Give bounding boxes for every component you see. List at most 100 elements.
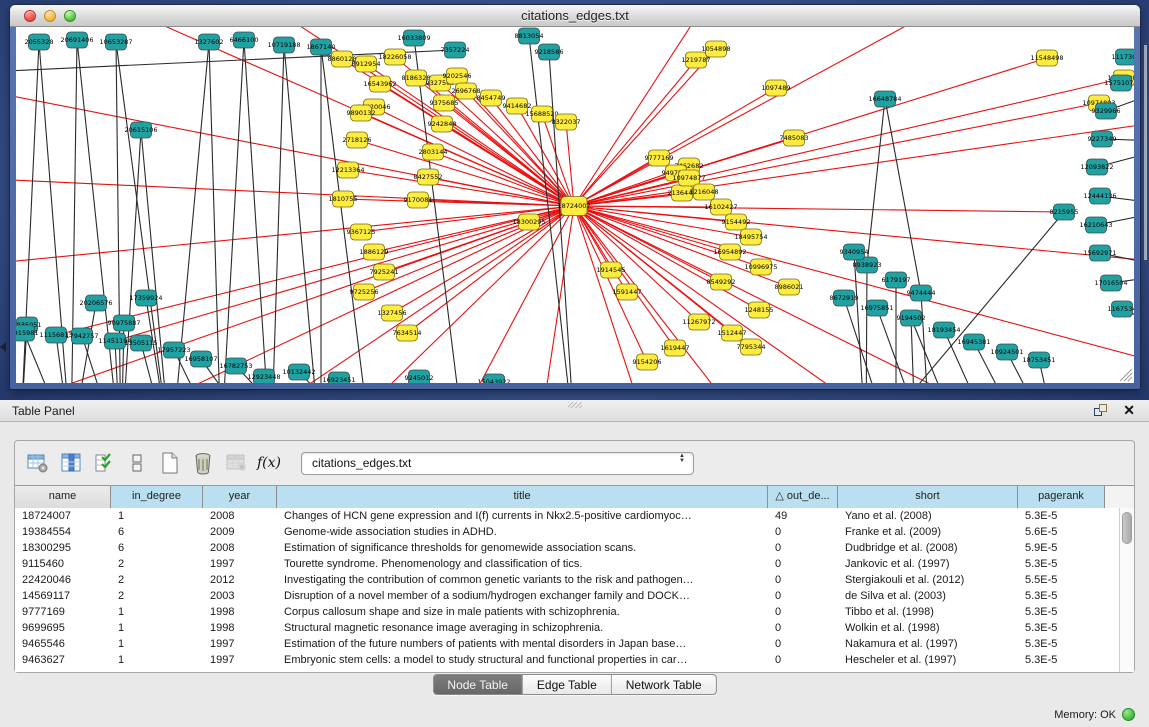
graph-node[interactable]: 12444136 bbox=[1083, 188, 1116, 204]
graph-node[interactable]: 1867140 bbox=[307, 39, 336, 55]
table-cell[interactable]: Genome-wide association studies in ADHD. bbox=[277, 524, 768, 540]
table-row[interactable]: 911546021997Tourette syndrome. Phenomeno… bbox=[15, 556, 1119, 572]
graph-node[interactable]: 2718126 bbox=[343, 132, 372, 148]
column-header-year[interactable]: year bbox=[203, 486, 277, 508]
graph-node[interactable]: 8427552 bbox=[414, 169, 443, 185]
float-panel-icon[interactable] bbox=[1094, 404, 1109, 418]
graph-edge[interactable] bbox=[56, 206, 574, 335]
graph-node[interactable]: 9329966 bbox=[1092, 103, 1121, 119]
table-cell[interactable]: Structural magnetic resonance image aver… bbox=[277, 620, 768, 636]
table-row[interactable]: 969969511998Structural magnetic resonanc… bbox=[15, 620, 1119, 636]
table-cell[interactable]: 5.6E-5 bbox=[1018, 524, 1105, 540]
new-column-button[interactable] bbox=[155, 448, 185, 478]
table-cell[interactable]: 5.9E-5 bbox=[1018, 540, 1105, 556]
graph-edge[interactable] bbox=[339, 380, 466, 383]
graph-node[interactable]: 17016504 bbox=[1094, 275, 1127, 291]
table-cell[interactable]: Tourette syndrome. Phenomenology and cla… bbox=[277, 556, 768, 572]
graph-edge[interactable] bbox=[885, 99, 921, 293]
table-cell[interactable]: Dudbridge et al. (2008) bbox=[838, 540, 1018, 556]
graph-node[interactable]: 11548498 bbox=[1030, 50, 1063, 66]
column-header-title[interactable]: title bbox=[277, 486, 768, 508]
table-cell[interactable]: 9699695 bbox=[15, 620, 111, 636]
network-graph[interactable]: 1872400788601288912954182260581654396281… bbox=[16, 27, 1134, 383]
table-cell[interactable]: Stergiakouli et al. (2012) bbox=[838, 572, 1018, 588]
table-cell[interactable]: 1 bbox=[111, 636, 203, 652]
table-cell[interactable]: 5.3E-5 bbox=[1018, 588, 1105, 604]
graph-edge[interactable] bbox=[216, 206, 574, 383]
graph-node[interactable]: 1810755 bbox=[329, 191, 358, 207]
table-cell[interactable]: 1 bbox=[111, 652, 203, 668]
table-cell[interactable]: 2003 bbox=[203, 588, 277, 604]
table-row[interactable]: 946362711997Embryonic stem cells: a mode… bbox=[15, 652, 1119, 668]
graph-node[interactable]: 9218586 bbox=[535, 44, 564, 60]
graph-node[interactable]: 1327602 bbox=[195, 34, 224, 50]
graph-node[interactable]: 9375685 bbox=[430, 95, 459, 111]
graph-node[interactable]: 11156813 bbox=[39, 327, 72, 343]
table-cell[interactable]: 2009 bbox=[203, 524, 277, 540]
column-header-pagerank[interactable]: pagerank bbox=[1018, 486, 1105, 508]
column-header-name[interactable]: name bbox=[15, 486, 111, 508]
graph-node[interactable]: 1619447 bbox=[661, 340, 690, 356]
table-cell[interactable]: 1 bbox=[111, 508, 203, 524]
graph-node[interactable]: 18495754 bbox=[734, 229, 767, 245]
graph-node[interactable]: 2696768 bbox=[452, 83, 481, 99]
window-resize-grip[interactable] bbox=[1117, 366, 1133, 382]
table-cell[interactable]: 2 bbox=[111, 572, 203, 588]
sidebar-collapse-arrow-icon[interactable] bbox=[0, 342, 6, 352]
table-cell[interactable]: 5.3E-5 bbox=[1018, 652, 1105, 668]
tab-edge-table[interactable]: Edge Table bbox=[523, 675, 612, 694]
table-cell[interactable]: 0 bbox=[768, 588, 838, 604]
table-cell[interactable]: Investigating the contribution of common… bbox=[277, 572, 768, 588]
table-cell[interactable]: 49 bbox=[768, 508, 838, 524]
tab-node-table[interactable]: Node Table bbox=[433, 675, 523, 694]
graph-node[interactable]: 20615106 bbox=[124, 122, 157, 138]
graph-node[interactable]: 15751074 bbox=[1104, 75, 1134, 91]
graph-edge[interactable] bbox=[284, 45, 321, 383]
graph-node[interactable]: 1327456 bbox=[378, 305, 407, 321]
table-cell[interactable]: 1 bbox=[111, 604, 203, 620]
graph-node[interactable]: 18724007 bbox=[557, 197, 590, 216]
table-cell[interactable]: 0 bbox=[768, 636, 838, 652]
graph-node[interactable]: 9414682 bbox=[503, 98, 532, 114]
table-cell[interactable]: 18300295 bbox=[15, 540, 111, 556]
memory-ok-indicator[interactable] bbox=[1122, 708, 1135, 721]
graph-node[interactable]: 9474444 bbox=[907, 285, 936, 301]
graph-edge[interactable] bbox=[574, 206, 1134, 367]
graph-node[interactable]: 2136448 bbox=[668, 185, 697, 201]
table-cell[interactable]: 9463627 bbox=[15, 652, 111, 668]
graph-node[interactable]: 8454749 bbox=[477, 90, 506, 106]
table-cell[interactable]: Yano et al. (2008) bbox=[838, 508, 1018, 524]
graph-edge[interactable] bbox=[574, 60, 696, 206]
graph-node[interactable]: 1216048 bbox=[690, 184, 719, 200]
table-cell[interactable]: 1997 bbox=[203, 556, 277, 572]
graph-node[interactable]: 16033809 bbox=[397, 30, 430, 46]
row-height-button[interactable] bbox=[122, 448, 152, 478]
table-row[interactable]: 946554611997Estimation of the future num… bbox=[15, 636, 1119, 652]
graph-edge[interactable] bbox=[444, 103, 574, 206]
table-cell[interactable]: 5.3E-5 bbox=[1018, 508, 1105, 524]
graph-node[interactable]: 6179197 bbox=[882, 272, 911, 288]
graph-node[interactable]: 8322037 bbox=[552, 114, 581, 130]
table-cell[interactable]: 0 bbox=[768, 556, 838, 572]
window-titlebar[interactable]: citations_edges.txt bbox=[10, 5, 1140, 27]
graph-node[interactable]: 9890132 bbox=[347, 105, 376, 121]
table-cell[interactable]: Estimation of the future numbers of pati… bbox=[277, 636, 768, 652]
table-cell[interactable]: de Silva et al. (2003) bbox=[838, 588, 1018, 604]
graph-node[interactable]: 20691406 bbox=[60, 32, 93, 48]
graph-edge[interactable] bbox=[121, 323, 124, 383]
graph-node[interactable]: 9242848 bbox=[428, 116, 457, 132]
graph-node[interactable]: 1591447 bbox=[613, 284, 642, 300]
graph-node[interactable]: 9154206 bbox=[633, 354, 662, 370]
table-cell[interactable]: 2 bbox=[111, 588, 203, 604]
graph-node[interactable]: 7357224 bbox=[441, 42, 470, 58]
table-cell[interactable]: 6 bbox=[111, 540, 203, 556]
tab-network-table[interactable]: Network Table bbox=[612, 675, 716, 694]
graph-node[interactable]: 9777169 bbox=[645, 150, 674, 166]
graph-node[interactable]: 20206576 bbox=[79, 295, 112, 311]
graph-edge[interactable] bbox=[171, 42, 209, 383]
table-cell[interactable]: 5.3E-5 bbox=[1018, 620, 1105, 636]
graph-edge[interactable] bbox=[16, 206, 574, 383]
graph-node[interactable]: 16975851 bbox=[860, 300, 893, 316]
graph-node[interactable]: 9170081 bbox=[404, 192, 433, 208]
graph-node[interactable]: 7925241 bbox=[370, 264, 399, 280]
